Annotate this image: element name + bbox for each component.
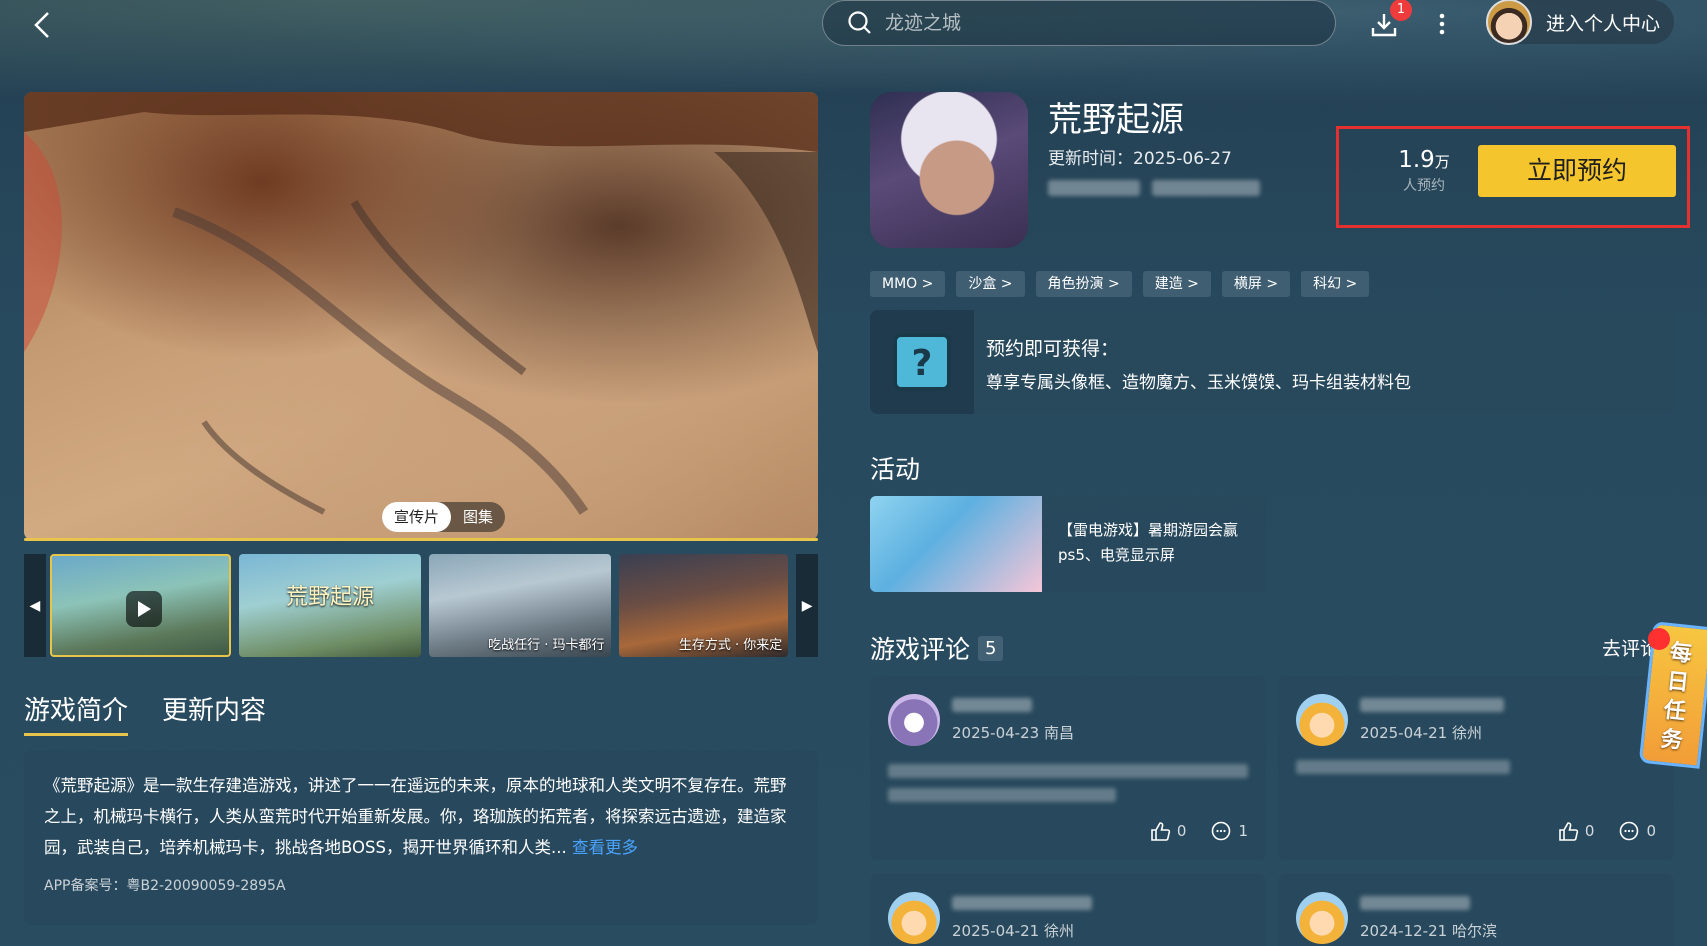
thumbnail-image[interactable]: 吃战任行 · 玛卡都行 <box>428 554 611 657</box>
comment-card[interactable]: 2025-04-23 南昌 0 1 <box>870 676 1266 860</box>
download-badge: 1 <box>1390 0 1412 21</box>
reserve-perk-card: ? 预约即可获得： 尊享专属头像框、造物魔方、玉米馍馍、玛卡组装材料包 <box>870 310 1674 414</box>
svg-text:?: ? <box>912 343 933 384</box>
thumbnail-strip: ◀ 荒野起源 吃战任行 · 玛卡都行 生存方式 · 你来定 ▶ <box>24 554 819 657</box>
commenter-name-blurred <box>1360 698 1504 712</box>
hero-video[interactable]: 宣传片 图集 <box>24 92 818 540</box>
mystery-box-icon: ? <box>870 310 974 414</box>
hero-artwork <box>24 92 818 515</box>
like-button[interactable]: 0 <box>1557 820 1595 842</box>
thumbs-up-icon <box>1559 822 1579 841</box>
reply-button[interactable]: 0 <box>1618 820 1656 842</box>
back-arrow-icon[interactable] <box>30 10 56 40</box>
blurred-info <box>1048 180 1140 196</box>
more-options-icon[interactable] <box>1432 8 1452 40</box>
comment-card[interactable]: 2024-12-21 哈尔滨 <box>1278 874 1674 946</box>
tag-rpg[interactable]: 角色扮演 > <box>1035 271 1132 297</box>
activity-text: 【雷电游戏】暑期游园会赢ps5、电竞显示屏 <box>1058 521 1239 564</box>
commenter-avatar <box>888 892 940 944</box>
comment-meta: 2025-04-23 南昌 <box>952 724 1074 742</box>
commenter-avatar <box>888 694 940 746</box>
comment-text-blurred <box>1296 760 1510 774</box>
tab-game-intro[interactable]: 游戏简介 <box>24 690 129 736</box>
reserve-label: 人预约 <box>1403 178 1445 194</box>
intro-card: 《荒野起源》是一款生存建造游戏，讲述了一一在遥远的未来，原本的地球和人类文明不复… <box>24 750 818 925</box>
game-title: 荒野起源 <box>1048 100 1184 140</box>
like-button[interactable]: 0 <box>1149 820 1187 842</box>
comment-bubble-icon <box>1212 821 1231 841</box>
comment-bubble-icon <box>1620 821 1639 841</box>
thumbnails-prev-button[interactable]: ◀ <box>24 554 46 657</box>
reserve-unit: 万 <box>1434 153 1450 171</box>
comments-section-title: 游戏评论 <box>870 635 971 664</box>
user-center-label: 进入个人中心 <box>1546 12 1661 35</box>
reply-count: 0 <box>1646 822 1656 840</box>
tag-scifi[interactable]: 科幻 > <box>1301 271 1370 297</box>
commenter-name-blurred <box>952 896 1092 910</box>
like-count: 0 <box>1584 822 1595 840</box>
comment-meta: 2024-12-21 哈尔滨 <box>1360 922 1497 940</box>
tag-build[interactable]: 建造 > <box>1142 271 1211 297</box>
activity-section-title: 活动 <box>870 455 921 484</box>
thumbnail-image[interactable]: 生存方式 · 你来定 <box>618 554 789 657</box>
user-avatar <box>1486 0 1532 45</box>
perk-title: 预约即可获得： <box>986 338 1120 360</box>
comments-header: 游戏评论 5 <box>870 630 1004 666</box>
tag-sandbox[interactable]: 沙盒 > <box>956 271 1025 297</box>
thumbnail-caption: 生存方式 · 你来定 <box>678 638 783 653</box>
intro-text: 《荒野起源》是一款生存建造游戏，讲述了一一在遥远的未来，原本的地球和人类文明不复… <box>44 770 798 863</box>
comment-actions: 0 0 <box>1533 820 1656 842</box>
daily-task-label: 每日任务 <box>1659 640 1694 754</box>
reply-count: 1 <box>1238 822 1248 840</box>
tag-list: MMO > 沙盒 > 角色扮演 > 建造 > 横屏 > 科幻 > <box>870 271 1380 297</box>
commenter-avatar <box>1296 892 1348 944</box>
activity-banner <box>870 496 1042 592</box>
search-bar[interactable] <box>822 0 1336 46</box>
comment-meta: 2025-04-21 徐州 <box>1360 724 1482 742</box>
tab-gallery[interactable]: 图集 <box>451 502 505 532</box>
thumbnail-image[interactable]: 荒野起源 <box>239 554 421 657</box>
comment-meta: 2025-04-21 徐州 <box>952 922 1074 940</box>
tag-mmo[interactable]: MMO > <box>870 271 946 297</box>
like-count: 0 <box>1176 822 1187 840</box>
comment-text-blurred <box>888 764 1248 778</box>
thumbnails-next-button[interactable]: ▶ <box>796 554 819 657</box>
tab-update-content[interactable]: 更新内容 <box>162 690 266 736</box>
see-more-link[interactable]: 查看更多 <box>572 838 638 857</box>
comment-actions: 0 1 <box>1125 820 1248 842</box>
comment-count: 5 <box>978 635 1004 661</box>
game-icon <box>870 92 1028 248</box>
perk-description: 尊享专属头像框、造物魔方、玉米馍馍、玛卡组装材料包 <box>986 373 1411 393</box>
thumbnail-video[interactable] <box>49 554 232 657</box>
thumbs-up-icon <box>1151 822 1171 841</box>
icp-record: APP备案号：粤B2-20090059-2895A <box>44 878 286 894</box>
daily-task-notification-dot <box>1648 628 1670 650</box>
commenter-avatar <box>1296 694 1348 746</box>
video-progress <box>24 538 818 541</box>
comment-card[interactable]: 2025-04-21 徐州 <box>870 874 1266 946</box>
reserve-count: 1.9万 人预约 <box>1394 147 1454 195</box>
blurred-info <box>1152 180 1260 196</box>
reply-button[interactable]: 1 <box>1210 820 1248 842</box>
comment-card[interactable]: 2025-04-21 徐州 0 0 <box>1278 676 1674 860</box>
tag-landscape[interactable]: 横屏 > <box>1221 271 1291 297</box>
play-icon <box>125 591 162 627</box>
thumbnail-caption: 荒野起源 <box>286 585 375 611</box>
intro-tabs: 游戏简介 更新内容 <box>24 690 300 736</box>
tab-promo-video[interactable]: 宣传片 <box>382 502 452 532</box>
activity-card[interactable]: 【雷电游戏】暑期游园会赢ps5、电竞显示屏 <box>870 496 1266 592</box>
commenter-name-blurred <box>1360 896 1470 910</box>
reserve-number: 1.9 <box>1398 147 1435 173</box>
user-center-button[interactable]: 进入个人中心 <box>1486 0 1674 45</box>
thumbnail-caption: 吃战任行 · 玛卡都行 <box>488 638 605 653</box>
reserve-panel: 1.9万 人预约 立即预约 <box>1336 126 1690 228</box>
update-time: 更新时间：2025-06-27 <box>1048 149 1232 169</box>
reserve-now-button[interactable]: 立即预约 <box>1478 145 1676 197</box>
intro-body: 《荒野起源》是一款生存建造游戏，讲述了一一在遥远的未来，原本的地球和人类文明不复… <box>44 776 787 857</box>
comment-text-blurred <box>888 788 1116 802</box>
search-icon <box>848 11 871 34</box>
search-input[interactable] <box>885 12 1305 34</box>
media-tab-switch: 宣传片 图集 <box>382 502 506 532</box>
commenter-name-blurred <box>952 698 1032 712</box>
